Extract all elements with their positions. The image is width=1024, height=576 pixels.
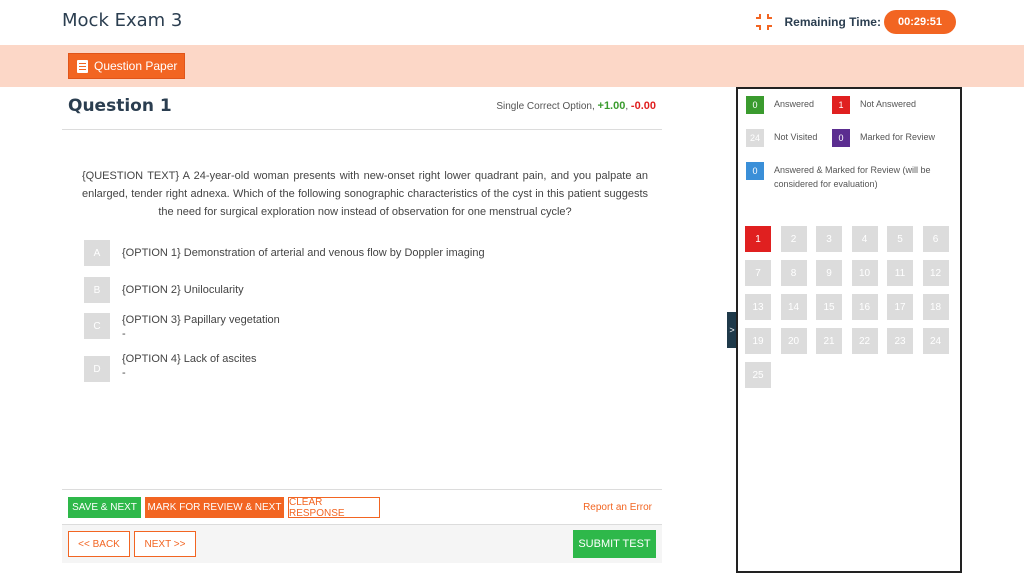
option-text-d: {OPTION 4} Lack of ascites	[122, 353, 257, 365]
legend-not-visited-count: 24	[746, 129, 764, 147]
timer-area: Remaining Time: 00:29:51	[756, 10, 956, 34]
option-text-c: {OPTION 3} Papillary vegetation	[122, 314, 280, 326]
question-25-button[interactable]: 25	[745, 362, 771, 388]
question-22-button[interactable]: 22	[851, 328, 878, 354]
positive-marks: +1.00	[597, 100, 626, 112]
question-text: {QUESTION TEXT} A 24-year-old woman pres…	[82, 170, 648, 218]
question-marking: Single Correct Option, +1.00, -0.00	[496, 100, 656, 112]
remaining-time-label: Remaining Time:	[784, 15, 881, 29]
legend-not-answered-count: 1	[832, 96, 850, 114]
question-14-button[interactable]: 14	[780, 294, 807, 320]
question-paper-label: Question Paper	[94, 59, 178, 73]
clipboard-icon	[77, 59, 88, 73]
question-8-button[interactable]: 8	[780, 260, 807, 286]
question-21-button[interactable]: 21	[816, 328, 842, 354]
option-d[interactable]: D {OPTION 4} Lack of ascites -	[84, 352, 257, 382]
option-sub-d: -	[122, 367, 126, 379]
option-letter-d[interactable]: D	[84, 356, 110, 382]
option-a[interactable]: A {OPTION 1} Demonstration of arterial a…	[84, 240, 485, 266]
question-5-button[interactable]: 5	[887, 226, 913, 252]
legend-answered-marked-count: 0	[746, 162, 764, 180]
question-13-button[interactable]: 13	[745, 294, 771, 320]
timer-value: 00:29:51	[883, 10, 956, 34]
question-15-button[interactable]: 15	[816, 294, 842, 320]
question-24-button[interactable]: 24	[922, 328, 949, 354]
question-1-button[interactable]: 1	[745, 226, 771, 252]
toolbar-band: Question Paper	[0, 45, 1024, 87]
question-6-button[interactable]: 6	[922, 226, 949, 252]
collapse-arrows-icon[interactable]	[756, 14, 773, 30]
top-header: Mock Exam 3 Remaining Time: 00:29:51	[0, 0, 1024, 45]
question-palette: 0 Answered 1 Not Answered 24 Not Visited…	[736, 87, 962, 573]
question-header: Question 1 Single Correct Option, +1.00,…	[62, 87, 662, 130]
legend-answered-marked-label: Answered & Marked for Review (will be co…	[774, 165, 931, 189]
legend-not-visited-label: Not Visited	[774, 132, 818, 142]
question-number: Question 1	[68, 96, 172, 116]
option-b[interactable]: B {OPTION 2} Unilocularity	[84, 277, 244, 303]
question-type: Single Correct Option,	[496, 101, 595, 112]
legend-answered-label: Answered	[774, 99, 815, 109]
question-16-button[interactable]: 16	[851, 294, 878, 320]
question-area: Question 1 Single Correct Option, +1.00,…	[62, 87, 662, 487]
exam-title: Mock Exam 3	[62, 10, 183, 31]
save-next-button[interactable]: SAVE & NEXT	[68, 497, 141, 518]
marks-separator: ,	[625, 101, 629, 112]
question-4-button[interactable]: 4	[851, 226, 878, 252]
negative-marks: -0.00	[630, 100, 656, 112]
question-10-button[interactable]: 10	[851, 260, 878, 286]
question-7-button[interactable]: 7	[745, 260, 771, 286]
option-text-b: {OPTION 2} Unilocularity	[122, 284, 244, 296]
question-paper-button[interactable]: Question Paper	[68, 53, 186, 79]
legend-marked-review: 0 Marked for Review	[832, 129, 935, 147]
question-20-button[interactable]: 20	[780, 328, 807, 354]
navigation-bar: << BACK NEXT >> SUBMIT TEST	[62, 525, 662, 563]
legend-marked-review-label: Marked for Review	[860, 132, 936, 142]
action-bar: SAVE & NEXT MARK FOR REVIEW & NEXT CLEAR…	[62, 489, 662, 525]
question-17-button[interactable]: 17	[887, 294, 913, 320]
next-button[interactable]: NEXT >>	[134, 531, 196, 557]
legend-not-visited: 24 Not Visited	[746, 129, 817, 147]
option-sub-c: -	[122, 328, 126, 340]
question-23-button[interactable]: 23	[887, 328, 913, 354]
option-letter-b[interactable]: B	[84, 277, 110, 303]
question-11-button[interactable]: 11	[887, 260, 913, 286]
option-letter-c[interactable]: C	[84, 313, 110, 339]
legend-answered-marked: 0 Answered & Marked for Review (will be …	[746, 162, 951, 191]
legend-not-answered-label: Not Answered	[860, 99, 917, 109]
question-3-button[interactable]: 3	[816, 226, 842, 252]
legend-answered-count: 0	[746, 96, 764, 114]
option-c[interactable]: C {OPTION 3} Papillary vegetation -	[84, 313, 280, 341]
question-9-button[interactable]: 9	[816, 260, 842, 286]
question-19-button[interactable]: 19	[745, 328, 771, 354]
submit-test-button[interactable]: SUBMIT TEST	[573, 530, 656, 558]
option-letter-a[interactable]: A	[84, 240, 110, 266]
question-18-button[interactable]: 18	[922, 294, 949, 320]
clear-response-button[interactable]: CLEAR RESPONSE	[288, 497, 380, 519]
mark-review-next-button[interactable]: MARK FOR REVIEW & NEXT	[145, 497, 284, 518]
legend-not-answered: 1 Not Answered	[832, 96, 916, 114]
option-text-a: {OPTION 1} Demonstration of arterial and…	[122, 247, 485, 259]
question-12-button[interactable]: 12	[922, 260, 949, 286]
back-button[interactable]: << BACK	[68, 531, 130, 557]
legend-answered: 0 Answered	[746, 96, 814, 114]
legend-marked-review-count: 0	[832, 129, 850, 147]
report-error-link[interactable]: Report an Error	[583, 502, 652, 513]
question-2-button[interactable]: 2	[780, 226, 807, 252]
